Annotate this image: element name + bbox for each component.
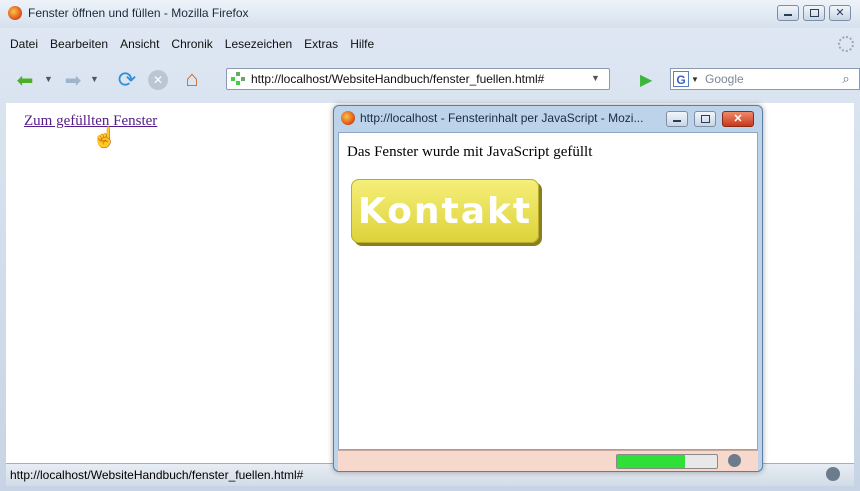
back-arrow-icon[interactable]: ⬅ [10, 67, 40, 93]
open-filled-window-link[interactable]: Zum gefüllten Fenster [24, 113, 157, 130]
popup-firefox-icon [341, 111, 355, 125]
url-text: http://localhost/WebsiteHandbuch/fenster… [251, 72, 545, 86]
engine-dropdown-icon[interactable]: ▼ [691, 75, 699, 84]
search-box[interactable]: G ▼ Google ⌕ [670, 68, 860, 90]
site-favicon-icon [231, 72, 245, 86]
popup-content: Das Fenster wurde mit JavaScript gefüllt… [338, 132, 758, 450]
google-engine-icon[interactable]: G [673, 71, 689, 87]
close-button[interactable]: ✕ [829, 5, 851, 21]
kontakt-label: Kontakt [357, 190, 533, 232]
popup-close-button[interactable]: ✕ [722, 111, 754, 127]
maximize-button[interactable] [803, 5, 825, 21]
menu-ansicht[interactable]: Ansicht [118, 37, 161, 51]
menu-chronik[interactable]: Chronik [169, 37, 214, 51]
hand-cursor-icon: ☝ [92, 127, 117, 149]
go-arrow-icon[interactable]: ▶ [640, 70, 652, 90]
back-dropdown-icon[interactable]: ▼ [44, 74, 53, 84]
activity-throbber-icon [838, 36, 854, 52]
popup-window: http://localhost - Fensterinhalt per Jav… [333, 105, 763, 472]
browser-window: Fenster öffnen und füllen - Mozilla Fire… [0, 0, 860, 491]
menu-datei[interactable]: Datei [8, 37, 40, 51]
menu-lesezeichen[interactable]: Lesezeichen [223, 37, 294, 51]
home-icon[interactable]: ⌂ [178, 66, 206, 92]
window-title: Fenster öffnen und füllen - Mozilla Fire… [28, 6, 249, 20]
forward-arrow-icon[interactable]: ➡ [58, 67, 88, 93]
stop-icon[interactable]: ✕ [148, 70, 168, 90]
address-bar[interactable]: http://localhost/WebsiteHandbuch/fenster… [226, 68, 610, 90]
popup-minimize-button[interactable] [666, 111, 688, 127]
search-placeholder: Google [705, 72, 744, 86]
popup-message: Das Fenster wurde mit JavaScript gefüllt [347, 144, 593, 160]
firefox-icon [8, 6, 22, 20]
url-dropdown-icon[interactable]: ▼ [591, 73, 600, 83]
minimize-button[interactable] [777, 5, 799, 21]
popup-close-icon: ✕ [733, 113, 743, 125]
menu-bar: Datei Bearbeiten Ansicht Chronik Lesezei… [0, 28, 860, 60]
navigation-toolbar: ⬅ ▼ ➡ ▼ ⟳ ✕ ⌂ http://localhost/WebsiteHa… [0, 60, 860, 100]
status-indicator-icon [826, 467, 840, 481]
popup-minimize-icon [673, 120, 681, 122]
loading-progress-bar [616, 454, 718, 469]
popup-maximize-icon [700, 115, 710, 123]
maximize-icon [809, 9, 819, 17]
menu-bearbeiten[interactable]: Bearbeiten [48, 37, 110, 51]
menu-extras[interactable]: Extras [302, 37, 340, 51]
search-icon[interactable]: ⌕ [835, 71, 857, 87]
popup-status-bar [338, 450, 758, 471]
title-bar: Fenster öffnen und füllen - Mozilla Fire… [0, 0, 860, 28]
kontakt-button[interactable]: Kontakt [351, 179, 539, 243]
popup-title: http://localhost - Fensterinhalt per Jav… [360, 111, 644, 125]
status-text: http://localhost/WebsiteHandbuch/fenster… [10, 468, 304, 482]
reload-icon[interactable]: ⟳ [114, 67, 140, 93]
popup-status-indicator-icon [728, 454, 741, 467]
forward-dropdown-icon[interactable]: ▼ [90, 74, 99, 84]
close-icon: ✕ [835, 7, 845, 19]
progress-fill [617, 455, 685, 468]
minimize-icon [784, 14, 792, 16]
popup-maximize-button[interactable] [694, 111, 716, 127]
menu-hilfe[interactable]: Hilfe [348, 37, 376, 51]
